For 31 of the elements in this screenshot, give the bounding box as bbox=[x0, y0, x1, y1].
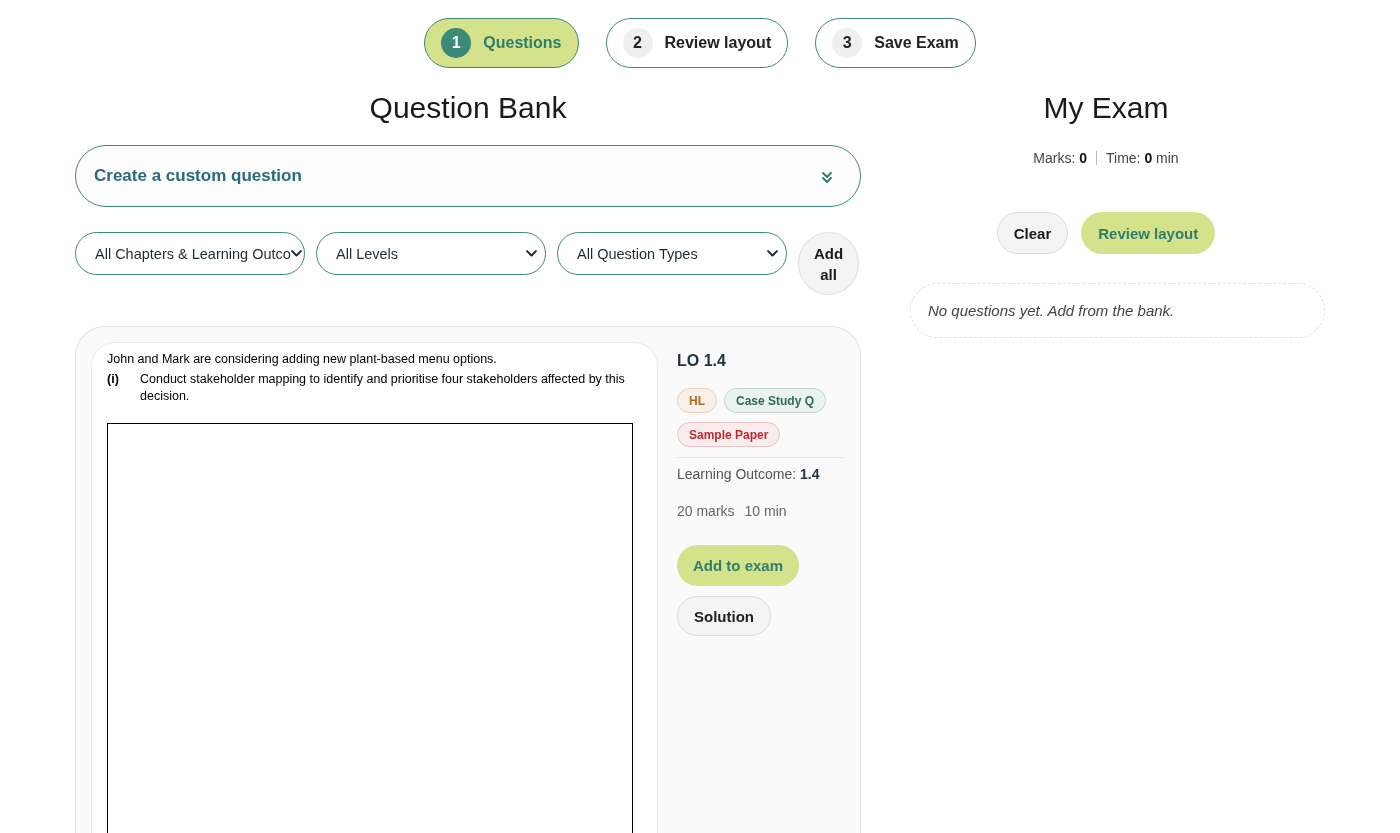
tag: HL bbox=[677, 388, 717, 413]
double-chevron-icon bbox=[822, 172, 832, 184]
tag: Sample Paper bbox=[677, 422, 781, 447]
add-all-button[interactable]: Add all bbox=[798, 232, 859, 295]
section-title: Question Bank bbox=[368, 90, 568, 126]
chevron-down-icon bbox=[526, 250, 537, 257]
part-label: (i) bbox=[107, 371, 120, 388]
marks-text: 20 marks bbox=[677, 503, 735, 519]
filter-dropdown[interactable]: All Levels bbox=[316, 232, 546, 275]
exam-action-button[interactable]: Clear bbox=[996, 212, 1069, 254]
tag: Case Study Q bbox=[724, 388, 827, 413]
step-tab[interactable]: 3 Save Exam bbox=[815, 18, 976, 68]
step-number: 1 bbox=[441, 28, 472, 58]
step-tab[interactable]: 1 Questions bbox=[424, 18, 579, 68]
step-number: 3 bbox=[832, 28, 863, 58]
summary-text: Time: 0 min bbox=[1106, 149, 1179, 167]
solution-button[interactable]: Solution bbox=[677, 596, 771, 636]
chevron-down-icon bbox=[290, 250, 302, 257]
filter-dropdown[interactable]: All Question Types bbox=[557, 232, 787, 275]
summary-text: Marks: 0 bbox=[1033, 149, 1088, 167]
time-text: 10 min bbox=[744, 503, 787, 519]
filter-dropdown[interactable]: All Chapters & Learning Outco bbox=[75, 232, 305, 275]
custom-question-toggle[interactable]: Create a custom question bbox=[75, 145, 861, 207]
learning-outcome: Learning Outcome: 1.4 bbox=[677, 466, 821, 482]
part-text: Conduct stakeholder mapping to identify and prioritise four stakeholders affected by this decision. bbox=[140, 371, 626, 405]
section-title: My Exam bbox=[1042, 90, 1170, 126]
chevron-down-icon bbox=[767, 250, 778, 257]
step-tab[interactable]: 2 Review layout bbox=[605, 18, 789, 68]
question-intro: John and Mark are considering adding new plant-based menu options. bbox=[107, 351, 498, 368]
lo-title: LO 1.4 bbox=[677, 351, 727, 371]
step-number: 2 bbox=[622, 28, 653, 58]
